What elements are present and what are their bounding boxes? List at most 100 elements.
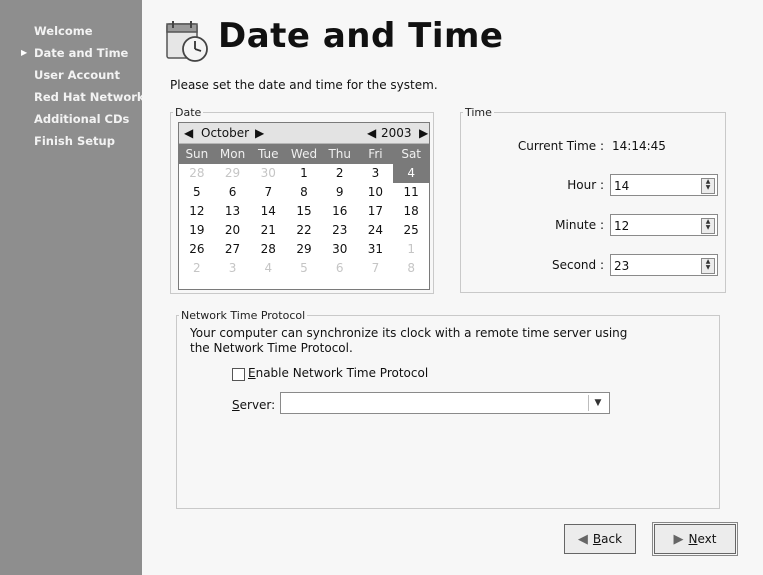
- hour-label: Hour :: [567, 178, 604, 192]
- next-label: ext: [697, 532, 717, 546]
- calendar-day[interactable]: 21: [250, 221, 286, 240]
- day-grid: 28 29 30 1 2 3 4 5 6 7 8 9 10 11 12 13 14 15 16 17 18 19 20 21 2…: [179, 164, 429, 278]
- sidebar: Welcome ▶ Date and Time User Account Red …: [0, 0, 145, 575]
- sidebar-item-label: Finish Setup: [34, 134, 115, 148]
- sidebar-item-label: User Account: [34, 68, 120, 82]
- calendar-day[interactable]: 6: [322, 259, 358, 278]
- sidebar-item-label: Welcome: [34, 24, 93, 38]
- enable-ntp-checkbox[interactable]: [232, 368, 245, 381]
- spin-arrows-icon[interactable]: ▲ ▼: [701, 258, 715, 274]
- spin-arrows-icon[interactable]: ▲ ▼: [701, 178, 715, 194]
- calendar-day[interactable]: 31: [358, 240, 394, 259]
- calendar-day[interactable]: 3: [215, 259, 251, 278]
- second-label: Second :: [551, 258, 604, 272]
- sidebar-item-red-hat-network[interactable]: Red Hat Network: [0, 86, 145, 108]
- enable-ntp-label[interactable]: Enable Network Time Protocol: [248, 366, 428, 380]
- prev-month-arrow-icon[interactable]: ◀: [184, 126, 193, 140]
- year-label: 2003: [381, 126, 412, 140]
- sidebar-item-label: Additional CDs: [34, 112, 130, 126]
- current-time-label: Current Time :: [517, 139, 604, 153]
- calendar-day[interactable]: 23: [322, 221, 358, 240]
- next-year-arrow-icon[interactable]: ▶: [419, 126, 428, 140]
- second-spinbox[interactable]: 23 ▲ ▼: [610, 254, 718, 276]
- back-mnemonic: B: [592, 532, 602, 546]
- calendar-day[interactable]: 16: [322, 202, 358, 221]
- weekday-label: Sun: [185, 147, 209, 161]
- month-label: October: [201, 126, 250, 140]
- minute-label: Minute :: [555, 218, 604, 232]
- calendar-day[interactable]: 3: [358, 164, 394, 183]
- calendar-day[interactable]: 2: [322, 164, 358, 183]
- calendar-day[interactable]: 15: [286, 202, 322, 221]
- ntp-description: Your computer can synchronize its clock …: [190, 326, 628, 355]
- time-frame-legend: Time: [465, 106, 492, 119]
- chevron-down-icon[interactable]: ▼: [588, 395, 607, 411]
- calendar: ◀ October ▶ ◀ 2003 ▶ Sun Mon Tue Wed Thu Fri S…: [178, 122, 430, 290]
- calendar-day[interactable]: 5: [179, 183, 215, 202]
- server-mnemonic: S: [232, 398, 240, 412]
- calendar-day[interactable]: 28: [179, 164, 215, 183]
- spin-arrows-icon[interactable]: ▲ ▼: [701, 218, 715, 234]
- sidebar-item-date-and-time[interactable]: ▶ Date and Time: [0, 42, 142, 64]
- calendar-day[interactable]: 1: [286, 164, 322, 183]
- calendar-day[interactable]: 11: [393, 183, 429, 202]
- next-button[interactable]: ▶ Next: [652, 522, 738, 556]
- weekday-label: Thu: [328, 147, 351, 161]
- server-combobox[interactable]: ▼: [280, 392, 610, 414]
- main-panel: Date and Time Please set the date and ti…: [142, 0, 763, 575]
- sidebar-item-welcome[interactable]: Welcome: [0, 20, 142, 42]
- sidebar-item-additional-cds[interactable]: Additional CDs: [0, 108, 142, 130]
- calendar-day[interactable]: 26: [179, 240, 215, 259]
- calendar-day[interactable]: 28: [250, 240, 286, 259]
- calendar-day[interactable]: 7: [358, 259, 394, 278]
- calendar-day[interactable]: 22: [286, 221, 322, 240]
- calendar-day[interactable]: 5: [286, 259, 322, 278]
- sidebar-item-user-account[interactable]: User Account: [0, 64, 142, 86]
- date-frame-legend: Date: [175, 106, 202, 119]
- calendar-day[interactable]: 2: [179, 259, 215, 278]
- calendar-day[interactable]: 4: [393, 164, 429, 183]
- back-button[interactable]: ◀ Back: [564, 524, 636, 554]
- calendar-day[interactable]: 29: [286, 240, 322, 259]
- minute-value: 12: [614, 219, 630, 233]
- calendar-clock-icon: [166, 21, 208, 62]
- calendar-day[interactable]: 9: [322, 183, 358, 202]
- calendar-day[interactable]: 25: [393, 221, 429, 240]
- next-mnemonic: N: [688, 532, 698, 546]
- calendar-day[interactable]: 13: [215, 202, 251, 221]
- calendar-day[interactable]: 18: [393, 202, 429, 221]
- calendar-day[interactable]: 20: [215, 221, 251, 240]
- sidebar-item-finish-setup[interactable]: Finish Setup: [0, 130, 142, 152]
- calendar-day[interactable]: 30: [250, 164, 286, 183]
- calendar-day[interactable]: 17: [358, 202, 394, 221]
- calendar-day[interactable]: 12: [179, 202, 215, 221]
- calendar-header: ◀ October ▶ ◀ 2003 ▶: [179, 123, 429, 144]
- calendar-day[interactable]: 8: [286, 183, 322, 202]
- calendar-day[interactable]: 30: [322, 240, 358, 259]
- calendar-day[interactable]: 24: [358, 221, 394, 240]
- calendar-day[interactable]: 8: [393, 259, 429, 278]
- calendar-day[interactable]: 7: [250, 183, 286, 202]
- sidebar-item-label: Red Hat Network: [34, 90, 145, 104]
- page-subtitle: Please set the date and time for the sys…: [170, 78, 438, 92]
- calendar-day[interactable]: 1: [393, 240, 429, 259]
- enable-ntp-label-text: nable Network Time Protocol: [255, 366, 429, 380]
- weekday-header: Sun Mon Tue Wed Thu Fri Sat: [179, 144, 429, 164]
- server-label: Server:: [232, 398, 275, 412]
- minute-spinbox[interactable]: 12 ▲ ▼: [610, 214, 718, 236]
- prev-year-arrow-icon[interactable]: ◀: [367, 126, 376, 140]
- calendar-day[interactable]: 6: [215, 183, 251, 202]
- current-step-arrow-icon: ▶: [21, 48, 28, 57]
- hour-spinbox[interactable]: 14 ▲ ▼: [610, 174, 718, 196]
- triangle-left-icon: ◀: [577, 531, 588, 547]
- next-month-arrow-icon[interactable]: ▶: [255, 126, 264, 140]
- calendar-day[interactable]: 4: [250, 259, 286, 278]
- calendar-day[interactable]: 27: [215, 240, 251, 259]
- calendar-day[interactable]: 29: [215, 164, 251, 183]
- weekday-label: Fri: [368, 147, 383, 161]
- calendar-day[interactable]: 10: [358, 183, 394, 202]
- weekday-label: Mon: [219, 147, 246, 161]
- calendar-day[interactable]: 14: [250, 202, 286, 221]
- firstboot-window: Welcome ▶ Date and Time User Account Red …: [0, 0, 763, 575]
- calendar-day[interactable]: 19: [179, 221, 215, 240]
